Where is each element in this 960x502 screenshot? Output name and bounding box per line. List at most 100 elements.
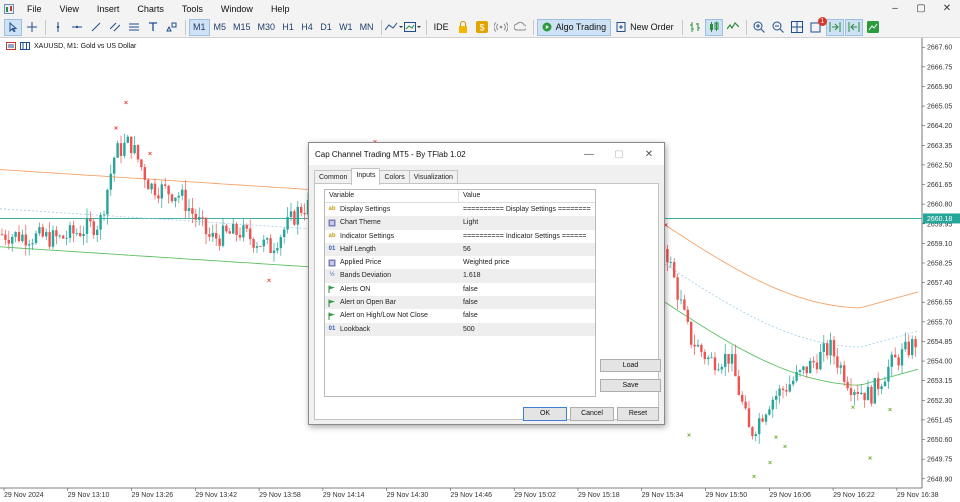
trendline-button[interactable]: [87, 19, 105, 36]
menu-help[interactable]: Help: [262, 4, 299, 14]
param-row[interactable]: Applied Price Weighted price: [325, 256, 595, 269]
crosshair-tool-button[interactable]: [23, 19, 41, 36]
timeframe-h1-button[interactable]: H1: [279, 19, 297, 36]
param-value-cell[interactable]: 56: [459, 243, 595, 256]
menu-window[interactable]: Window: [212, 4, 262, 14]
dialog-close-button[interactable]: ✕: [634, 149, 664, 160]
cursor-tool-button[interactable]: [4, 18, 22, 36]
param-value-cell[interactable]: 500: [459, 323, 595, 336]
param-row[interactable]: Alert on High/Low Not Close false: [325, 309, 595, 322]
chart-shift-button[interactable]: [844, 18, 863, 36]
time-tick-label: 29 Nov 2024: [4, 492, 44, 499]
candle-body: [880, 386, 883, 390]
vertical-line-button[interactable]: [49, 19, 67, 36]
lock-button[interactable]: [454, 19, 472, 36]
param-row[interactable]: ab Indicator Settings ========== Indicator…: [325, 230, 595, 243]
number-icon: 01: [328, 325, 336, 332]
app-maximize-button[interactable]: ▢: [908, 3, 934, 14]
header-variable[interactable]: Variable: [325, 190, 459, 202]
candle-body: [856, 391, 859, 395]
signals-button[interactable]: [492, 19, 510, 36]
param-row[interactable]: ab Display Settings ========== Display Set…: [325, 203, 595, 216]
param-value-cell[interactable]: 1.618: [459, 269, 595, 282]
candle-body: [235, 223, 238, 235]
param-row[interactable]: 01 Half Length 56: [325, 242, 595, 257]
candle-body: [62, 235, 65, 239]
timeframe-h4-button[interactable]: H4: [298, 19, 316, 36]
price-tick-label: 2666.75: [927, 64, 952, 71]
candle-body: [839, 365, 842, 368]
fibonacci-icon: [129, 23, 139, 31]
param-value-cell[interactable]: false: [459, 309, 595, 322]
new-order-button[interactable]: New Order: [612, 19, 678, 36]
param-value-cell[interactable]: ========== Indicator Settings ======: [459, 230, 595, 243]
account-button[interactable]: [864, 19, 882, 36]
app-close-button[interactable]: ✕: [934, 3, 960, 14]
horizontal-line-button[interactable]: [68, 19, 86, 36]
app-minimize-button[interactable]: –: [882, 3, 908, 14]
vps-button[interactable]: [511, 19, 529, 36]
menu-view[interactable]: View: [51, 4, 88, 14]
market-button[interactable]: $: [473, 19, 491, 36]
timeframe-mn-button[interactable]: MN: [357, 19, 377, 36]
line-chart-button[interactable]: [724, 19, 742, 36]
timeframe-d1-button[interactable]: D1: [317, 19, 335, 36]
channel-button[interactable]: [106, 19, 124, 36]
dialog-titlebar[interactable]: Cap Channel Trading MT5 - By TFlab 1.02 …: [309, 143, 664, 165]
timeframe-m15-button[interactable]: M15: [230, 19, 254, 36]
header-value[interactable]: Value: [459, 190, 480, 202]
candle-body: [914, 339, 917, 348]
symbol-menu-icon[interactable]: [6, 42, 16, 50]
text-tool-button[interactable]: [144, 19, 162, 36]
param-row[interactable]: Alerts ON false: [325, 283, 595, 296]
one-click-trading-icon[interactable]: [20, 42, 30, 50]
param-row[interactable]: Alert on Open Bar false: [325, 296, 595, 310]
indicators-button[interactable]: [384, 19, 403, 36]
current-price-tag: 2660.18: [923, 213, 960, 224]
algo-trading-button[interactable]: Algo Trading: [536, 18, 612, 36]
toolbar-separator: [425, 19, 427, 35]
tile-windows-button[interactable]: [788, 19, 806, 36]
reset-button[interactable]: Reset: [617, 407, 659, 421]
timeframe-m5-button[interactable]: M5: [211, 19, 230, 36]
param-row[interactable]: 01 Lookback 500: [325, 322, 595, 336]
fibonacci-button[interactable]: [125, 19, 143, 36]
zoom-out-button[interactable]: [769, 19, 787, 36]
tab-inputs[interactable]: Inputs: [351, 168, 381, 185]
auto-scroll-button[interactable]: [825, 18, 844, 36]
timeframe-m1-button[interactable]: M1: [189, 18, 210, 36]
shapes-button[interactable]: [163, 19, 181, 36]
param-variable-cell: 01 Half Length: [325, 243, 459, 256]
indicators-icon: [384, 22, 403, 31]
param-value-cell[interactable]: false: [459, 296, 595, 309]
candle-body: [82, 234, 85, 237]
bar-chart-button[interactable]: [686, 19, 704, 36]
load-button[interactable]: Load: [600, 359, 661, 372]
dialog-minimize-button[interactable]: —: [574, 149, 604, 160]
param-row[interactable]: ½ Bands Deviation 1.618: [325, 269, 595, 283]
param-row[interactable]: Chart Theme Light: [325, 216, 595, 230]
templates-button[interactable]: [403, 19, 422, 36]
cancel-button[interactable]: Cancel: [570, 407, 614, 421]
param-value-cell[interactable]: ========== Display Settings ========: [459, 203, 595, 216]
ide-button[interactable]: IDE: [430, 19, 453, 36]
timeframe-w1-button[interactable]: W1: [336, 19, 356, 36]
notifications-button[interactable]: 1: [807, 16, 827, 36]
menu-charts[interactable]: Charts: [128, 4, 173, 14]
menu-file[interactable]: File: [18, 4, 51, 14]
price-tick-label: 2655.70: [927, 319, 952, 326]
menu-tools[interactable]: Tools: [173, 4, 212, 14]
ok-button[interactable]: OK: [523, 407, 567, 421]
param-name: Indicator Settings: [340, 232, 395, 240]
zoom-in-button[interactable]: [750, 19, 768, 36]
param-value-cell[interactable]: false: [459, 283, 595, 296]
candle-body: [771, 399, 774, 410]
dialog-maximize-button[interactable]: ▢: [604, 149, 634, 160]
candlestick-button[interactable]: [704, 18, 723, 36]
param-value-cell[interactable]: Light: [459, 216, 595, 229]
candle-body: [201, 217, 204, 218]
param-value-cell[interactable]: Weighted price: [459, 256, 595, 269]
save-button[interactable]: Save: [600, 379, 661, 392]
menu-insert[interactable]: Insert: [88, 4, 129, 14]
timeframe-m30-button[interactable]: M30: [255, 19, 279, 36]
